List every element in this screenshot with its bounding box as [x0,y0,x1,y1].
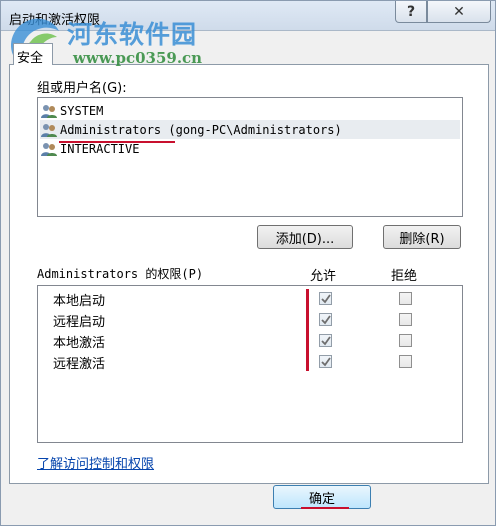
groups-list[interactable]: SYSTEM Administrators (gong-PC\Administr… [37,97,463,217]
title-bar[interactable]: 启动和激活权限 ? ✕ [1,1,495,31]
highlight-bar [306,289,309,371]
checkmark-icon [320,293,331,303]
groups-label: 组或用户名(G): [37,81,127,96]
tab-security[interactable]: 安全 [13,43,53,66]
highlight-underline [59,141,175,143]
permission-name: 本地激活 [53,336,106,351]
permissions-label: Administrators 的权限(P) [37,267,204,281]
deny-checkbox[interactable] [399,313,412,326]
help-icon: ? [406,3,416,20]
deny-header: 拒绝 [391,269,418,284]
add-button[interactable]: 添加(D)... [257,225,353,249]
checkmark-icon [320,314,331,324]
ok-button[interactable]: 确定 [273,485,371,509]
allow-checkbox[interactable] [319,313,332,326]
window-title: 启动和激活权限 [9,13,101,28]
deny-checkbox[interactable] [399,355,412,368]
access-control-help-link[interactable]: 了解访问控制和权限 [37,453,154,472]
group-name: Administrators (gong-PC\Administrators) [60,122,342,137]
checkmark-icon [320,335,331,345]
help-button[interactable]: ? [395,1,427,23]
deny-checkbox[interactable] [399,292,412,305]
group-name: INTERACTIVE [60,141,140,156]
permission-name: 远程激活 [53,357,106,372]
close-icon: ✕ [453,3,465,20]
allow-checkbox[interactable] [319,292,332,305]
list-item-administrators[interactable]: Administrators (gong-PC\Administrators) [40,120,460,139]
list-item-system[interactable]: SYSTEM [40,101,460,120]
group-name: SYSTEM [60,103,104,118]
user-group-icon [41,123,57,137]
user-group-icon [41,104,57,118]
deny-checkbox[interactable] [399,334,412,347]
user-group-icon [41,142,57,156]
allow-header: 允许 [310,269,337,284]
remove-button[interactable]: 删除(R) [383,225,461,249]
checkmark-icon [320,356,331,366]
permission-name: 远程启动 [53,315,106,330]
highlight-underline [301,507,349,509]
permission-name: 本地启动 [53,294,106,309]
close-button[interactable]: ✕ [427,1,491,23]
allow-checkbox[interactable] [319,355,332,368]
dialog-window: 启动和激活权限 ? ✕ 安全 组或用户名(G): SYSTEM Administ… [0,0,496,526]
allow-checkbox[interactable] [319,334,332,347]
